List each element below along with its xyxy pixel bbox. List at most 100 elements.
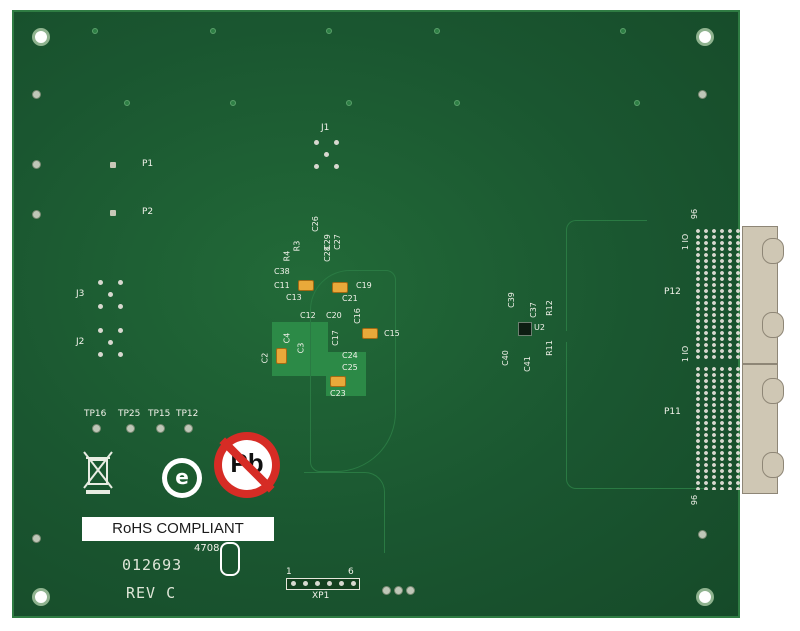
lot-mark xyxy=(220,542,240,576)
j3-pin xyxy=(108,292,113,297)
p2-label: P2 xyxy=(142,207,154,217)
p11-io-label: 1 IO xyxy=(681,345,691,363)
tp16-label: TP16 xyxy=(84,409,107,419)
c13-label: C13 xyxy=(286,293,302,302)
part-number: 012693 xyxy=(122,556,183,574)
c26-label: C26 xyxy=(310,216,320,232)
j2-pin xyxy=(118,328,123,333)
r12-label: R12 xyxy=(544,300,554,316)
p12-label: P12 xyxy=(664,287,681,297)
via xyxy=(454,100,460,106)
xp1-pin1: 1 xyxy=(286,567,292,577)
c3-label: C3 xyxy=(296,342,306,354)
j1-pin xyxy=(334,140,339,145)
j1-pin xyxy=(314,164,319,169)
xp1-label: XP1 xyxy=(312,591,330,601)
xp1-header xyxy=(286,578,360,590)
header-pad xyxy=(406,586,415,595)
c21-label: C21 xyxy=(342,294,358,303)
c39-label: C39 xyxy=(506,292,516,308)
connector-p12-latch xyxy=(762,312,784,338)
c41-label: C41 xyxy=(522,356,532,372)
j3-pin xyxy=(118,304,123,309)
side-pad xyxy=(32,160,41,169)
r4-label: R4 xyxy=(282,250,292,262)
header-pad xyxy=(394,586,403,595)
capacitor-c15 xyxy=(362,328,378,339)
j2-pin xyxy=(98,328,103,333)
capacitor-c11 xyxy=(298,280,314,291)
c4-label: C4 xyxy=(282,332,292,344)
j2-pin xyxy=(98,352,103,357)
connector-p11-latch xyxy=(762,452,784,478)
connector-p11-latch xyxy=(762,378,784,404)
j1-pin xyxy=(314,140,319,145)
c37-label: C37 xyxy=(528,302,538,318)
p1-pad xyxy=(110,162,116,168)
c24-label: C24 xyxy=(342,351,358,360)
capacitor-c2 xyxy=(276,348,287,364)
r11-label: R11 xyxy=(544,340,554,356)
p12-top-label: 96 xyxy=(690,208,700,220)
trace-bundle xyxy=(304,472,385,553)
header-pad xyxy=(382,586,391,595)
j1-pin xyxy=(324,152,329,157)
c11-label: C11 xyxy=(274,281,290,290)
capacitor-c19 xyxy=(332,282,348,293)
connector-p12-latch xyxy=(762,238,784,264)
e-mark-text: e xyxy=(175,465,189,489)
signal-trace xyxy=(566,220,647,331)
rohs-compliant-label: RoHS COMPLIANT xyxy=(82,517,274,541)
via xyxy=(230,100,236,106)
u2-label: U2 xyxy=(534,323,545,332)
c17-label: C17 xyxy=(330,330,340,346)
weee-bin-icon xyxy=(83,451,113,494)
p2-pad xyxy=(110,210,116,216)
c16-label: C16 xyxy=(352,308,362,324)
via xyxy=(346,100,352,106)
mounting-hole-top-left xyxy=(32,28,50,46)
signal-trace xyxy=(566,342,707,489)
j2-pin xyxy=(118,352,123,357)
tp25-pad xyxy=(126,424,135,433)
j3-label: J3 xyxy=(76,289,85,299)
e-mark-icon: e xyxy=(162,458,202,498)
j3-pin xyxy=(98,304,103,309)
side-pad xyxy=(698,90,707,99)
tp15-label: TP15 xyxy=(148,409,171,419)
side-pad xyxy=(32,534,41,543)
mounting-hole-bottom-left xyxy=(32,588,50,606)
u2-chip xyxy=(518,322,532,336)
tp16-pad xyxy=(92,424,101,433)
c12-label: C12 xyxy=(300,311,316,320)
lead-free-icon: Pb xyxy=(214,432,280,498)
revision-label: REV C xyxy=(126,584,177,602)
via xyxy=(434,28,440,34)
mounting-hole-bottom-right xyxy=(696,588,714,606)
c23-label: C23 xyxy=(330,389,346,398)
xp1-pin6: 6 xyxy=(348,567,354,577)
c20-label: C20 xyxy=(326,311,342,320)
side-pad xyxy=(32,210,41,219)
capacitor-c23 xyxy=(330,376,346,387)
c38-label: C38 xyxy=(274,267,290,276)
c19-label: C19 xyxy=(356,281,372,290)
via xyxy=(124,100,130,106)
j3-pin xyxy=(118,280,123,285)
c29-label: C29 xyxy=(322,234,332,250)
connector-p11-pins xyxy=(694,366,740,490)
c15-label: C15 xyxy=(384,329,400,338)
tp12-pad xyxy=(184,424,193,433)
pcb-board: J1 P1 P2 J3 J2 TP16 TP25 TP15 TP12 e RoH… xyxy=(12,10,784,618)
c2-label: C2 xyxy=(260,352,270,364)
mounting-hole-top-right xyxy=(696,28,714,46)
p11-bottom-label: 96 xyxy=(690,494,700,506)
p11-label: P11 xyxy=(664,407,681,417)
j1-pin xyxy=(334,164,339,169)
j3-pin xyxy=(98,280,103,285)
j2-label: J2 xyxy=(76,337,85,347)
tp25-label: TP25 xyxy=(118,409,141,419)
via xyxy=(620,28,626,34)
side-pad xyxy=(698,530,707,539)
via xyxy=(210,28,216,34)
